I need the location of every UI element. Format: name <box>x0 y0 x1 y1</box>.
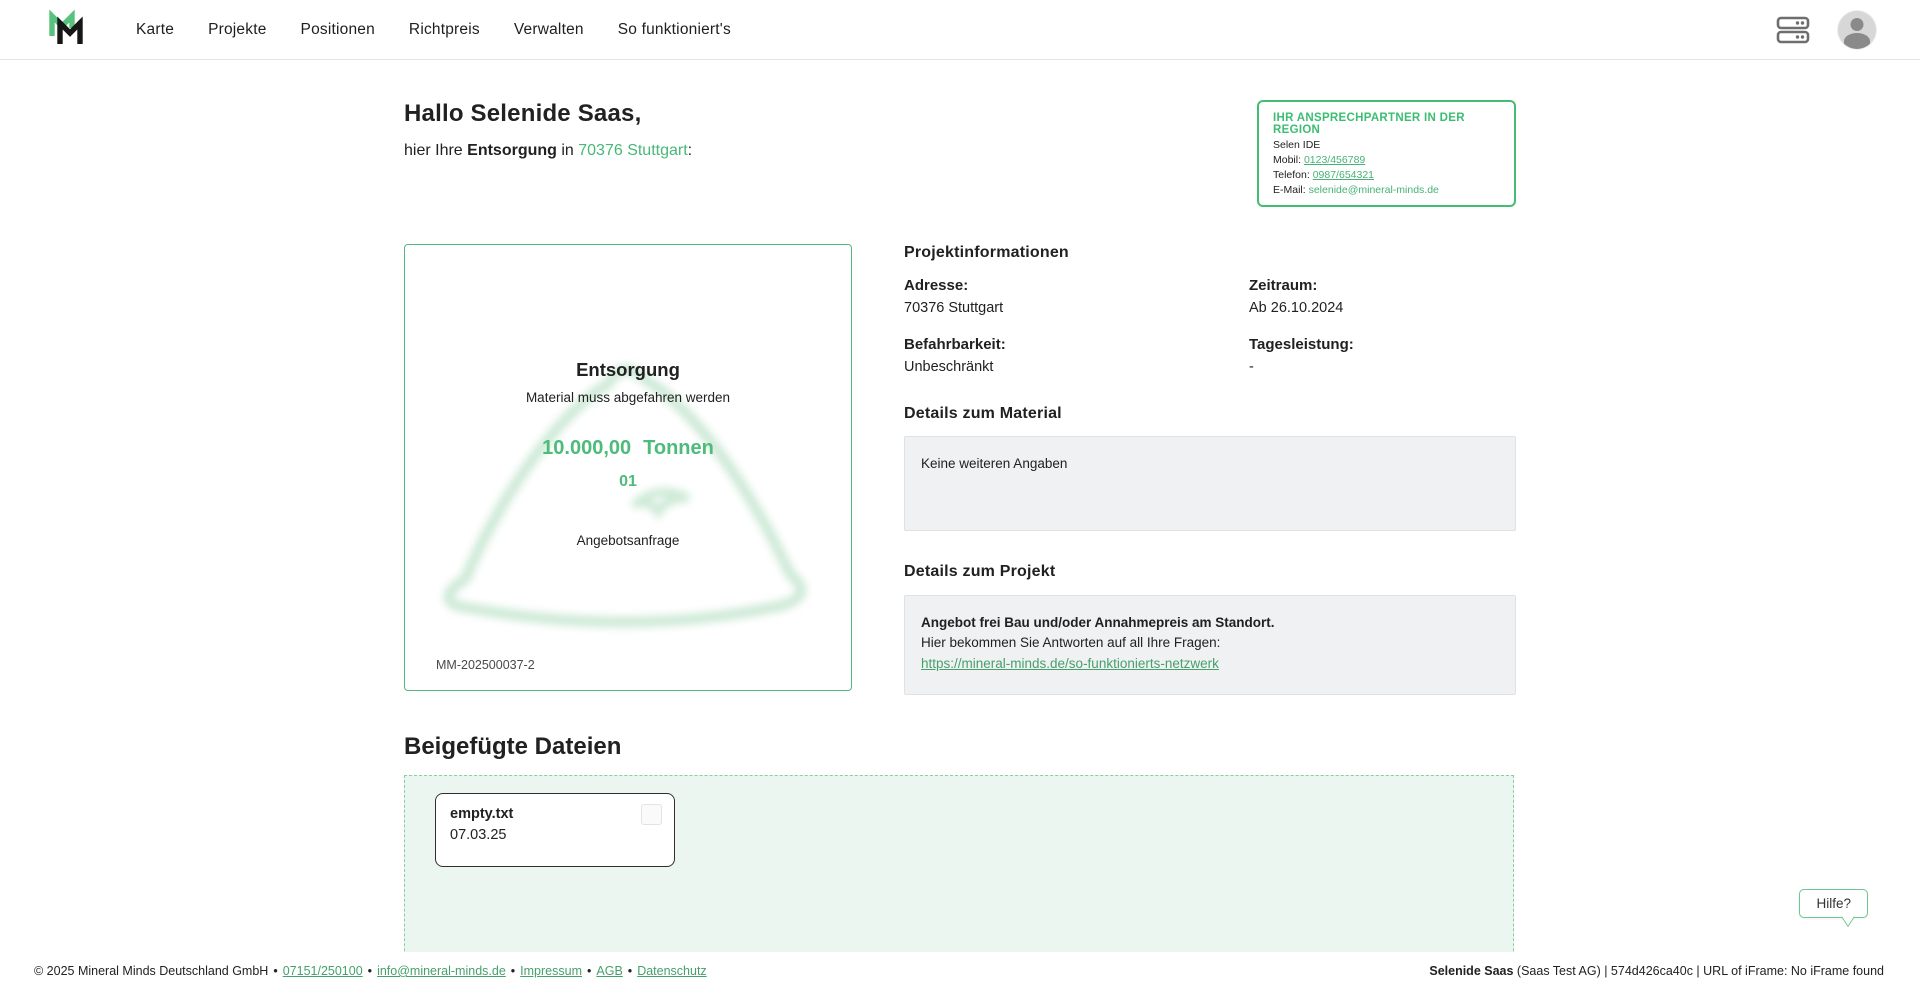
footer-impressum-link[interactable]: Impressum <box>520 964 582 978</box>
field-value: 70376 Stuttgart <box>904 300 1249 316</box>
material-details-text: Keine weiteren Angaben <box>921 456 1067 471</box>
field-label: Befahrbarkeit: <box>904 336 1249 353</box>
quantity-unit: Tonnen <box>643 437 714 459</box>
card-title: Entsorgung <box>405 359 851 381</box>
field-zeitraum: Zeitraum: Ab 26.10.2024 <box>1249 277 1516 316</box>
contact-phone-link[interactable]: 0987/654321 <box>1313 169 1374 181</box>
field-value: Ab 26.10.2024 <box>1249 300 1516 316</box>
field-label: Adresse: <box>904 277 1249 294</box>
main-nav: Karte Projekte Positionen Richtpreis Ver… <box>136 21 731 39</box>
footer-phone-link[interactable]: 07151/250100 <box>283 964 363 978</box>
material-details-section: Details zum Material Keine weiteren Anga… <box>904 405 1516 531</box>
footer-separator: • <box>587 964 591 978</box>
card-request-type: Angebotsanfrage <box>405 533 851 548</box>
greeting-entsorgung: Entsorgung <box>467 142 557 159</box>
so-funktionierts-link[interactable]: https://mineral-minds.de/so-funktioniert… <box>921 656 1219 671</box>
project-details-bold-line: Angebot frei Bau und/oder Annahmepreis a… <box>921 613 1499 633</box>
footer-agb-link[interactable]: AGB <box>596 964 622 978</box>
field-label: Tagesleistung: <box>1249 336 1516 353</box>
project-details-heading: Details zum Projekt <box>904 563 1516 581</box>
quantity-value: 10.000,00 <box>542 437 631 459</box>
material-details-box: Keine weiteren Angaben <box>904 436 1516 531</box>
project-info-heading: Projektinformationen <box>904 244 1516 262</box>
project-details-line: Hier bekommen Sie Antworten auf all Ihre… <box>921 633 1499 653</box>
mineral-minds-logo-icon[interactable] <box>46 9 90 51</box>
footer-datenschutz-link[interactable]: Datenschutz <box>637 964 706 978</box>
footer-separator: • <box>628 964 632 978</box>
footer: © 2025 Mineral Minds Deutschland GmbH • 07… <box>0 952 1920 994</box>
field-befahrbarkeit: Befahrbarkeit: Unbeschränkt <box>904 336 1249 375</box>
project-summary-card: Entsorgung Material muss abgefahren werd… <box>404 244 852 691</box>
contact-email-label: E-Mail: <box>1273 184 1309 196</box>
contact-phone-line: Telefon: 0987/654321 <box>1273 169 1500 181</box>
footer-left: © 2025 Mineral Minds Deutschland GmbH • 07… <box>34 964 707 978</box>
contact-phone-label: Telefon: <box>1273 169 1313 181</box>
footer-separator: • <box>511 964 515 978</box>
card-position-number: 01 <box>405 473 851 491</box>
field-label: Zeitraum: <box>1249 277 1516 294</box>
field-value: Unbeschränkt <box>904 359 1249 375</box>
nav-item-projekte[interactable]: Projekte <box>208 21 266 39</box>
nav-item-karte[interactable]: Karte <box>136 21 174 39</box>
help-button[interactable]: Hilfe? <box>1799 889 1868 918</box>
page-title: Hallo Selenide Saas, <box>404 100 692 128</box>
location-link[interactable]: 70376 Stuttgart <box>578 142 687 159</box>
contact-partner-box: IHR ANSPRECHPARTNER IN DER REGION Selen … <box>1257 100 1516 207</box>
contact-name: Selen IDE <box>1273 139 1500 151</box>
contact-email-line: E-Mail: selenide@mineral-minds.de <box>1273 184 1500 196</box>
field-adresse: Adresse: 70376 Stuttgart <box>904 277 1249 316</box>
page: Karte Projekte Positionen Richtpreis Ver… <box>0 0 1920 994</box>
contact-email-link[interactable]: selenide@mineral-minds.de <box>1309 184 1439 196</box>
contact-mobile-line: Mobil: 0123/456789 <box>1273 154 1500 166</box>
attachments-heading: Beigefügte Dateien <box>404 733 1516 761</box>
main-content: Hallo Selenide Saas, hier Ihre Entsorgun… <box>404 60 1516 971</box>
greeting-block: Hallo Selenide Saas, hier Ihre Entsorgun… <box>404 100 692 160</box>
card-reference-number: MM-202500037-2 <box>436 658 535 672</box>
project-info-grid: Adresse: 70376 Stuttgart Zeitraum: Ab 26… <box>904 277 1516 375</box>
project-details-box: Angebot frei Bau und/oder Annahmepreis a… <box>904 595 1516 695</box>
greeting-mid: in <box>557 142 578 159</box>
navbar-right <box>1776 11 1876 49</box>
nav-item-so-funktionierts[interactable]: So funktioniert's <box>618 21 731 39</box>
greeting-suffix: : <box>688 142 692 159</box>
nav-item-verwalten[interactable]: Verwalten <box>514 21 584 39</box>
file-checkbox-icon[interactable] <box>641 804 662 825</box>
contact-title: IHR ANSPRECHPARTNER IN DER REGION <box>1273 112 1500 136</box>
footer-session-info: Selenide Saas (Saas Test AG) | 574d426ca… <box>1429 964 1884 978</box>
greeting-subtitle: hier Ihre Entsorgung in 70376 Stuttgart: <box>404 142 692 160</box>
field-value: - <box>1249 359 1516 375</box>
file-date: 07.03.25 <box>450 827 660 843</box>
file-card[interactable]: empty.txt 07.03.25 <box>435 793 675 867</box>
footer-separator: • <box>273 964 277 978</box>
footer-user-name: Selenide Saas <box>1429 964 1513 978</box>
field-tagesleistung: Tagesleistung: - <box>1249 336 1516 375</box>
file-name: empty.txt <box>450 806 660 822</box>
footer-email-link[interactable]: info@mineral-minds.de <box>377 964 506 978</box>
contact-mobile-label: Mobil: <box>1273 154 1304 166</box>
nav-item-richtpreis[interactable]: Richtpreis <box>409 21 480 39</box>
card-quantity: 10.000,00 Tonnen <box>405 437 851 460</box>
card-subtitle: Material muss abgefahren werden <box>405 390 851 405</box>
footer-separator: • <box>368 964 372 978</box>
contact-mobile-link[interactable]: 0123/456789 <box>1304 154 1365 166</box>
greeting-prefix: hier Ihre <box>404 142 467 159</box>
attachments-section: Beigefügte Dateien empty.txt 07.03.25 <box>404 733 1516 971</box>
top-navbar: Karte Projekte Positionen Richtpreis Ver… <box>0 0 1920 60</box>
server-icon[interactable] <box>1776 15 1810 45</box>
material-details-heading: Details zum Material <box>904 405 1516 423</box>
attachments-dropzone[interactable]: empty.txt 07.03.25 <box>404 775 1514 971</box>
project-details-section: Details zum Projekt Angebot frei Bau und… <box>904 563 1516 695</box>
nav-item-positionen[interactable]: Positionen <box>301 21 375 39</box>
user-avatar-icon[interactable] <box>1838 11 1876 49</box>
footer-session-rest: (Saas Test AG) | 574d426ca40c | URL of i… <box>1513 964 1884 978</box>
footer-copyright: © 2025 Mineral Minds Deutschland GmbH <box>34 964 268 978</box>
